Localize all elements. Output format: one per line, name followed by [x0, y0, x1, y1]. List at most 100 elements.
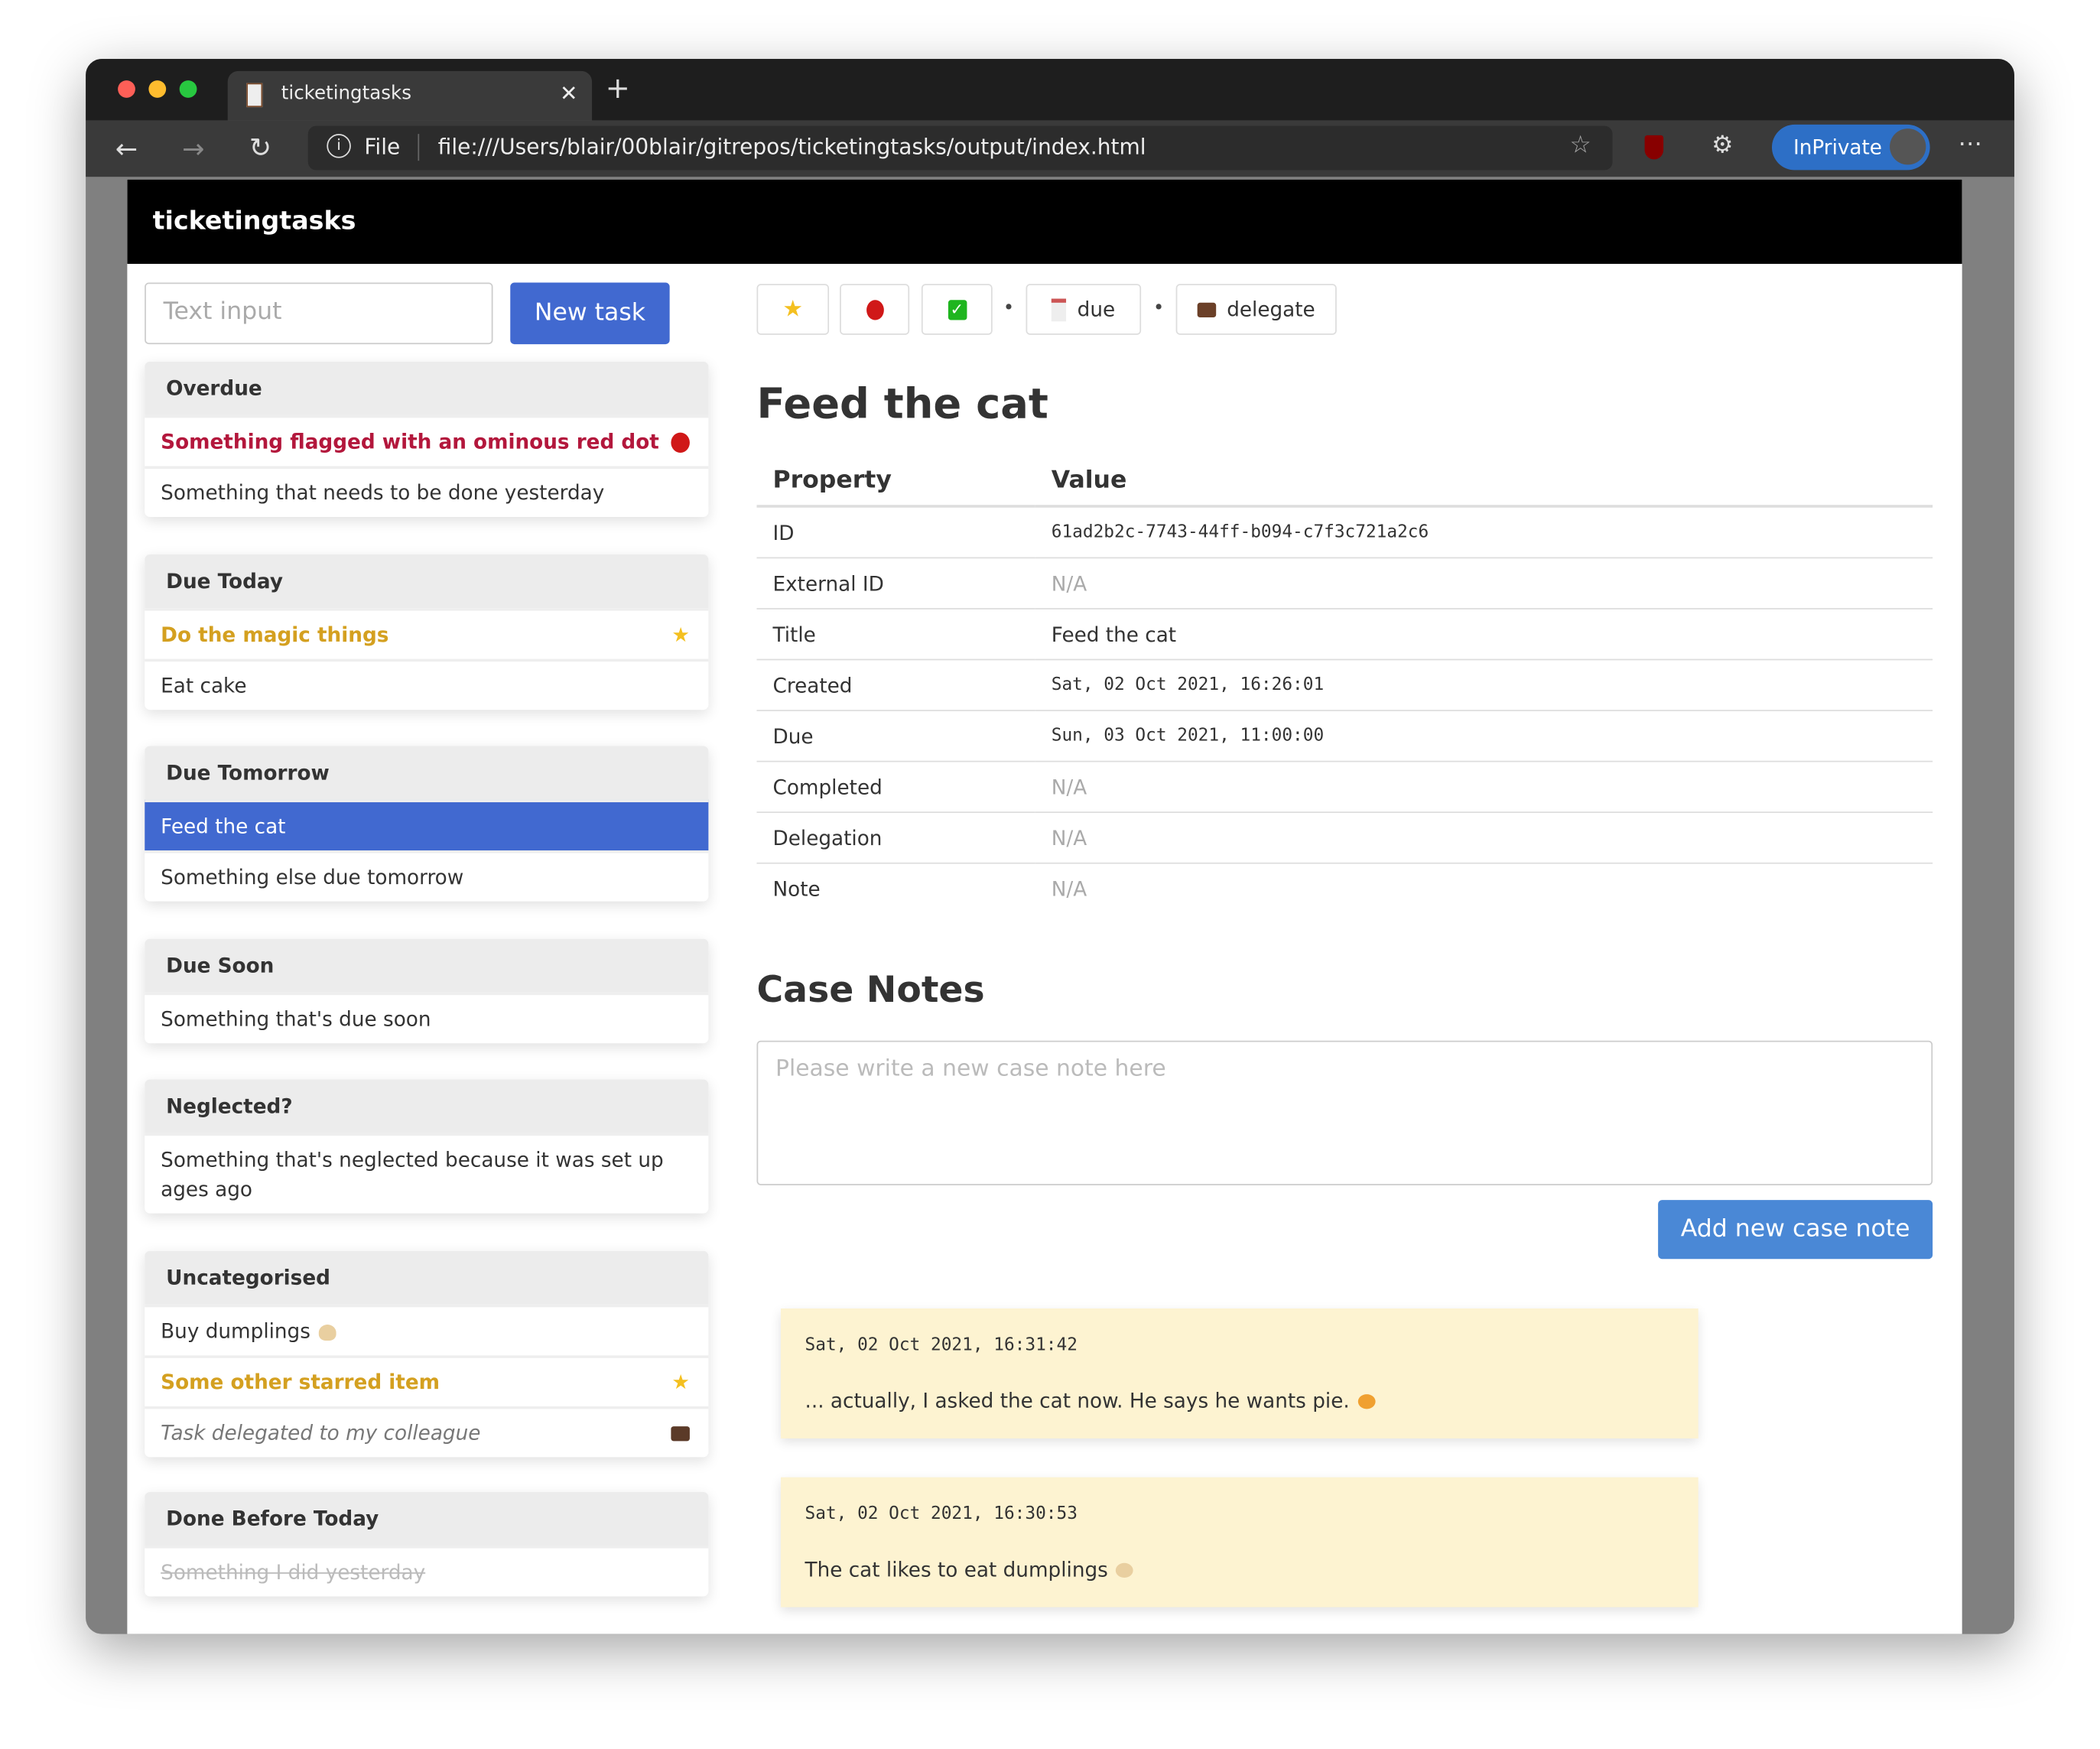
task-item[interactable]: Buy dumplings: [145, 1304, 709, 1356]
property-row: External ID N/A: [756, 557, 1933, 609]
property-table: Property Value ID 61ad2b2c-7743-44ff-b094…: [756, 454, 1933, 914]
calendar-icon: [1052, 298, 1067, 322]
task-label: Feed the cat: [161, 814, 286, 839]
task-group: Uncategorised Buy dumplings Some other sta…: [145, 1250, 709, 1458]
property-value: N/A: [1035, 811, 1933, 863]
new-tab-icon[interactable]: +: [606, 74, 630, 105]
property-name: External ID: [756, 557, 1035, 609]
separator: •: [1003, 297, 1015, 319]
complete-button[interactable]: ✓: [921, 284, 993, 335]
add-favorite-icon[interactable]: ☆: [1570, 132, 1591, 160]
screen: ticketingtasks ✕ + ← → ↻ i File file:///…: [0, 0, 2100, 1749]
task-label: Some other starred item: [161, 1370, 440, 1395]
case-note: Sat, 02 Oct 2021, 16:31:42 ... actually,…: [781, 1308, 1699, 1439]
property-value: 61ad2b2c-7743-44ff-b094-c7f3c721a2c6: [1035, 506, 1933, 558]
checkmark-icon: ✓: [948, 300, 967, 320]
back-icon[interactable]: ←: [115, 132, 138, 164]
star-button[interactable]: ★: [756, 284, 830, 335]
flag-button[interactable]: [840, 284, 910, 335]
extensions-icon[interactable]: ⚙: [1712, 132, 1733, 160]
app-title: ticketingtasks: [152, 206, 356, 236]
maximize-window-button[interactable]: [179, 80, 197, 98]
task-item[interactable]: Eat cake: [145, 658, 709, 710]
briefcase-icon: [1197, 302, 1217, 318]
property-row: ID 61ad2b2c-7743-44ff-b094-c7f3c721a2c6: [756, 506, 1933, 558]
due-label: due: [1077, 297, 1116, 322]
close-tab-icon[interactable]: ✕: [560, 80, 577, 106]
property-row: Due Sun, 03 Oct 2021, 11:00:00: [756, 710, 1933, 762]
minimize-window-button[interactable]: [148, 80, 167, 98]
browser-tab[interactable]: ticketingtasks ✕: [227, 70, 593, 121]
note-text-content: ... actually, I asked the cat now. He sa…: [805, 1389, 1350, 1413]
property-value: N/A: [1035, 557, 1933, 609]
inprivate-label: InPrivate: [1793, 135, 1882, 160]
app-header: ticketingtasks: [127, 179, 1962, 265]
red-dot-icon: [866, 300, 883, 320]
clipboard-icon: [246, 83, 263, 108]
separator: •: [1152, 297, 1165, 319]
task-item[interactable]: Task delegated to my colleague: [145, 1406, 709, 1458]
task-item[interactable]: Something I did yesterday: [145, 1546, 709, 1597]
reload-icon[interactable]: ↻: [249, 132, 271, 164]
column-header-property: Property: [756, 454, 1035, 508]
task-label: Something that needs to be done yesterda…: [161, 480, 605, 506]
address-bar[interactable]: i File file:///Users/blair/00blair/gitre…: [307, 125, 1613, 171]
note-timestamp: Sat, 02 Oct 2021, 16:31:42: [805, 1335, 1078, 1356]
task-label: Eat cake: [161, 673, 247, 698]
case-notes-heading: Case Notes: [756, 969, 985, 1012]
task-text-input[interactable]: Text input: [145, 282, 493, 345]
task-label: Something that's due soon: [161, 1006, 431, 1032]
task-item[interactable]: Something that's due soon: [145, 992, 709, 1044]
task-label: Something that's neglected because it wa…: [161, 1147, 664, 1201]
browser-toolbar: ← → ↻ i File file:///Users/blair/00blair…: [86, 120, 2014, 177]
property-name: Note: [756, 862, 1035, 914]
property-row: Completed N/A: [756, 760, 1933, 813]
task-item[interactable]: Some other starred item ★: [145, 1355, 709, 1406]
task-item[interactable]: Something else due tomorrow: [145, 850, 709, 902]
star-icon: ★: [671, 623, 690, 647]
note-text-content: The cat likes to eat dumplings: [805, 1557, 1108, 1582]
group-header: Uncategorised: [145, 1250, 709, 1305]
star-icon: ★: [782, 296, 804, 323]
case-note: Sat, 02 Oct 2021, 16:30:53 The cat likes…: [781, 1477, 1699, 1608]
star-icon: ★: [671, 1370, 690, 1395]
dumpling-icon: [318, 1324, 336, 1341]
due-button[interactable]: due: [1026, 284, 1142, 335]
more-icon[interactable]: ⋯: [1958, 130, 1982, 158]
browser-window: ticketingtasks ✕ + ← → ↻ i File file:///…: [86, 59, 2014, 1634]
property-value: N/A: [1035, 862, 1933, 914]
dumpling-icon: [1116, 1562, 1134, 1578]
info-icon[interactable]: i: [327, 134, 351, 158]
web-page: ticketingtasks Text input New task Overd…: [127, 179, 1962, 1634]
property-row: Title Feed the cat: [756, 608, 1933, 660]
ublock-icon[interactable]: [1644, 135, 1664, 160]
url-text[interactable]: file:///Users/blair/00blair/gitrepos/tic…: [438, 134, 1146, 159]
property-name: Delegation: [756, 811, 1035, 863]
divider: [418, 134, 420, 161]
group-header: Overdue: [145, 361, 709, 415]
task-group: Neglected? Something that's neglected bec…: [145, 1079, 709, 1214]
task-item[interactable]: Feed the cat: [145, 799, 709, 851]
delegate-button[interactable]: delegate: [1175, 284, 1337, 335]
task-group: Due Tomorrow Feed the cat Something else d…: [145, 746, 709, 902]
task-title: Feed the cat: [756, 380, 1048, 429]
forward-icon[interactable]: →: [182, 132, 204, 164]
task-group: Due Today Do the magic things ★ Eat cake: [145, 554, 709, 710]
inprivate-button[interactable]: InPrivate: [1771, 124, 1930, 171]
task-item[interactable]: Do the magic things ★: [145, 608, 709, 659]
close-window-button[interactable]: [118, 80, 135, 98]
property-name: ID: [756, 506, 1035, 558]
group-header: Due Soon: [145, 938, 709, 993]
task-item[interactable]: Something flagged with an ominous red do…: [145, 414, 709, 467]
case-note-textarea[interactable]: Please write a new case note here: [756, 1040, 1933, 1185]
url-scheme-label: File: [364, 134, 401, 160]
task-group: Done Before Today Something I did yesterd…: [145, 1491, 709, 1597]
avatar: [1890, 128, 1926, 165]
task-item[interactable]: Something that's neglected because it wa…: [145, 1133, 709, 1214]
new-task-button[interactable]: New task: [510, 282, 670, 345]
red-dot-icon: [671, 432, 690, 453]
add-case-note-button[interactable]: Add new case note: [1658, 1200, 1933, 1260]
task-item[interactable]: Something that needs to be done yesterda…: [145, 466, 709, 517]
task-label: Buy dumplings: [161, 1319, 310, 1344]
task-label: Task delegated to my colleague: [161, 1421, 481, 1445]
